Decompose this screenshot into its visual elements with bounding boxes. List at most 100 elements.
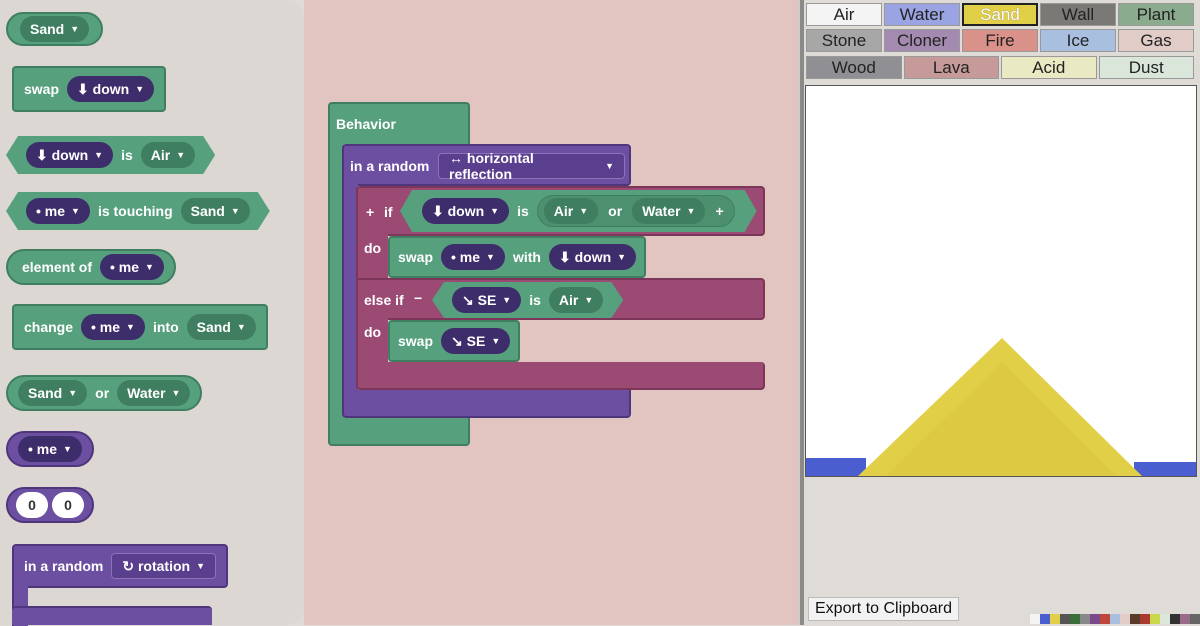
element-dropdown[interactable]: Sand ▼ xyxy=(186,314,256,340)
in-random-footer xyxy=(12,606,212,625)
swap-label: swap xyxy=(24,81,60,97)
direction-dropdown[interactable]: ⬇ down ▼ xyxy=(26,142,113,168)
element-button-stone[interactable]: Stone xyxy=(806,29,882,52)
element-button-water[interactable]: Water xyxy=(884,3,960,26)
element-button-air[interactable]: Air xyxy=(806,3,882,26)
direction-dropdown[interactable]: ↘ SE ▼ xyxy=(452,287,521,313)
element-or-block[interactable]: Sand ▼ or Water ▼ xyxy=(6,375,203,411)
direction-dropdown[interactable]: ⬇ down ▼ xyxy=(548,244,637,270)
chevron-down-icon: ▼ xyxy=(71,206,80,216)
else-if-condition-block[interactable]: ↘ SE ▼ is Air ▼ xyxy=(432,282,623,318)
chevron-down-icon: ▼ xyxy=(94,150,104,160)
with-label: with xyxy=(512,249,541,265)
is-label: is xyxy=(517,203,529,219)
chevron-down-icon: ▼ xyxy=(230,206,240,216)
is-condition-block[interactable]: ⬇ down ▼ is Air ▼ xyxy=(6,136,215,174)
or-condition[interactable]: Air ▼ or Water ▼ + xyxy=(537,195,735,227)
element-dropdown[interactable]: Air ▼ xyxy=(141,142,195,168)
direction-dropdown[interactable]: ↘ SE ▼ xyxy=(441,328,511,354)
swap-block[interactable]: swap ↘ SE ▼ xyxy=(388,320,521,362)
behavior-block[interactable]: Behavior xyxy=(328,102,470,144)
direction-dropdown[interactable]: ⬇ down ▼ xyxy=(422,198,509,224)
coordinate-block[interactable]: 0 0 xyxy=(6,487,94,523)
do-label: do xyxy=(364,240,382,256)
element-button-lava[interactable]: Lava xyxy=(903,56,999,79)
element-button-gas[interactable]: Gas xyxy=(1118,29,1194,52)
in-random-label: in a random xyxy=(24,558,104,574)
element-button-plant[interactable]: Plant xyxy=(1118,3,1194,26)
chevron-down-icon: ▼ xyxy=(70,24,80,34)
chevron-down-icon: ▼ xyxy=(236,322,246,332)
element-dropdown[interactable]: Air ▼ xyxy=(549,287,603,313)
chevron-down-icon: ▼ xyxy=(176,150,186,160)
change-into-block[interactable]: change • me ▼ into Sand ▼ xyxy=(12,304,268,350)
who-dropdown[interactable]: • me ▼ xyxy=(81,314,145,340)
remove-branch-icon[interactable]: − xyxy=(414,290,422,306)
element-dropdown[interactable]: Air ▼ xyxy=(544,198,598,224)
chevron-down-icon: ▼ xyxy=(579,206,589,216)
direction-dropdown[interactable]: ⬇ down ▼ xyxy=(67,76,155,102)
element-button-ice[interactable]: Ice xyxy=(1040,29,1116,52)
simulation-canvas[interactable] xyxy=(805,85,1197,477)
element-button-sand[interactable]: Sand xyxy=(962,3,1038,26)
element-button-fire[interactable]: Fire xyxy=(962,29,1038,52)
is-touching-block[interactable]: • me ▼ is touching Sand ▼ xyxy=(6,192,270,230)
chevron-down-icon: ▼ xyxy=(135,84,145,94)
element-dropdown[interactable]: Sand ▼ xyxy=(181,198,250,224)
chevron-down-icon: ▼ xyxy=(605,161,614,171)
else-if-label: else if xyxy=(364,292,404,308)
chevron-down-icon: ▼ xyxy=(171,388,181,398)
or-label: or xyxy=(608,203,623,219)
element-button-wood[interactable]: Wood xyxy=(806,56,902,79)
do-arm-2: do xyxy=(356,318,388,364)
in-random-label: in a random xyxy=(350,158,430,174)
if-condition-block[interactable]: ⬇ down ▼ is Air ▼ or Water ▼ + xyxy=(400,190,757,232)
chevron-down-icon: ▼ xyxy=(490,206,500,216)
chevron-down-icon: ▼ xyxy=(502,295,512,305)
chevron-down-icon: ▼ xyxy=(486,252,495,262)
block-flyout: Sand ▼ swap ⬇ down ▼ ⬇ down ▼ is Air ▼ • me ▼… xyxy=(0,0,304,626)
behavior-label: Behavior xyxy=(336,116,396,132)
who-dropdown[interactable]: • me ▼ xyxy=(18,436,82,462)
chevron-down-icon: ▼ xyxy=(491,336,501,346)
chevron-down-icon: ▼ xyxy=(63,444,72,454)
in-random-block[interactable]: in a random ↻ rotation ▼ xyxy=(12,544,229,588)
swap-with-block[interactable]: swap • me ▼ with ⬇ down ▼ xyxy=(388,236,647,278)
change-label: change xyxy=(24,319,74,335)
who-dropdown[interactable]: • me ▼ xyxy=(100,254,164,280)
element-button-dust[interactable]: Dust xyxy=(1098,56,1194,79)
export-clipboard-button[interactable]: Export to Clipboard xyxy=(808,597,959,621)
swap-label: swap xyxy=(398,333,434,349)
in-random-reflection-block[interactable]: in a random ↔ horizontal reflection ▼ xyxy=(342,144,631,186)
add-branch-icon[interactable]: + xyxy=(366,204,374,220)
element-dropdown[interactable]: Sand ▼ xyxy=(20,16,90,42)
add-option-icon[interactable]: + xyxy=(715,203,723,219)
transform-dropdown[interactable]: ↻ rotation ▼ xyxy=(111,553,217,579)
do-arm-1: do xyxy=(356,234,388,280)
sand-element-block[interactable]: Sand ▼ xyxy=(6,12,104,46)
or-label: or xyxy=(95,385,110,401)
transform-dropdown[interactable]: ↔ horizontal reflection ▼ xyxy=(438,150,625,182)
if-label: if xyxy=(384,204,393,220)
chevron-down-icon: ▼ xyxy=(196,561,206,571)
swap-block[interactable]: swap ⬇ down ▼ xyxy=(12,66,167,112)
element-dropdown[interactable]: Water ▼ xyxy=(632,198,705,224)
is-label: is xyxy=(529,292,541,308)
me-block[interactable]: • me ▼ xyxy=(6,431,94,467)
do-label: do xyxy=(364,324,382,340)
in-random-footer xyxy=(342,390,631,418)
who-dropdown[interactable]: • me ▼ xyxy=(441,244,505,270)
element-of-label: element of xyxy=(22,259,93,275)
chevron-down-icon: ▼ xyxy=(584,295,594,305)
element-button-cloner[interactable]: Cloner xyxy=(884,29,960,52)
chevron-down-icon: ▼ xyxy=(126,322,135,332)
x-input[interactable]: 0 xyxy=(16,492,48,518)
element-button-wall[interactable]: Wall xyxy=(1040,3,1116,26)
y-input[interactable]: 0 xyxy=(52,492,84,518)
who-dropdown[interactable]: • me ▼ xyxy=(26,198,90,224)
element-dropdown[interactable]: Sand ▼ xyxy=(18,380,88,406)
element-of-block[interactable]: element of • me ▼ xyxy=(6,249,176,285)
chevron-down-icon: ▼ xyxy=(145,262,154,272)
element-dropdown[interactable]: Water ▼ xyxy=(117,380,191,406)
element-button-acid[interactable]: Acid xyxy=(1001,56,1097,79)
